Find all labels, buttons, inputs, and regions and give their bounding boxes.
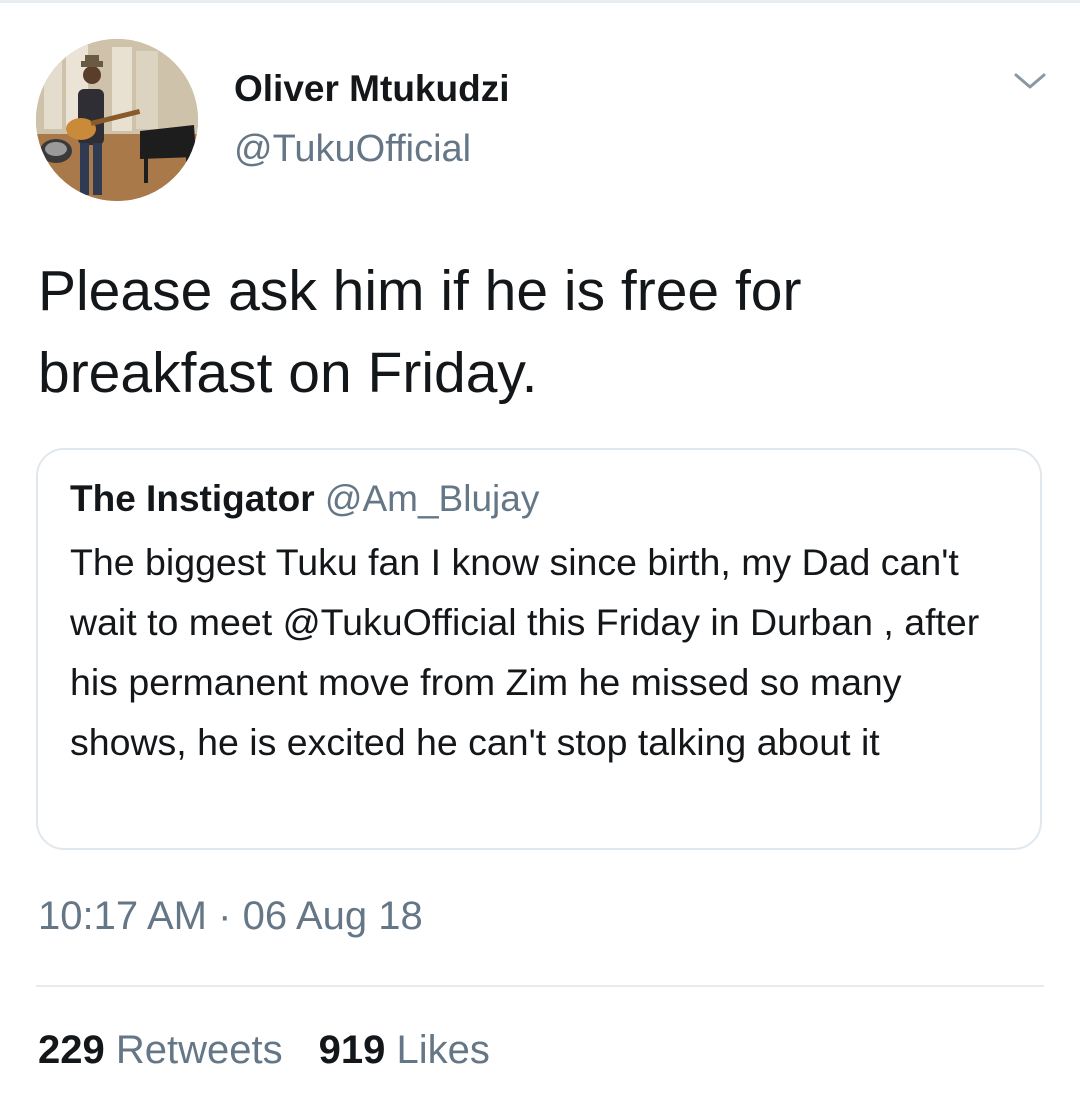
quoted-tweet-header: The Instigator @Am_Blujay: [70, 478, 539, 520]
stats-divider: [36, 985, 1044, 987]
quoted-tweet-text: The biggest Tuku fan I know since birth,…: [70, 541, 980, 763]
avatar-photo: [36, 39, 198, 201]
tweet-stats: 229 Retweets 919 Likes: [38, 1028, 490, 1073]
quoted-tweet[interactable]: The Instigator @Am_Blujay The biggest Tu…: [36, 448, 1042, 850]
tweet-time: 10:17 AM: [38, 894, 208, 938]
avatar[interactable]: [36, 39, 198, 201]
retweets-count: 229: [38, 1028, 105, 1072]
top-divider: [0, 0, 1080, 3]
retweets-stat[interactable]: 229 Retweets: [38, 1028, 283, 1072]
likes-count: 919: [318, 1028, 386, 1072]
quoted-author-handle: @Am_Blujay: [324, 478, 540, 519]
author-name[interactable]: Oliver Mtukudzi: [234, 68, 509, 110]
quoted-author-name: The Instigator: [70, 478, 315, 519]
tweet-timestamp[interactable]: 10:17 AM · 06 Aug 18: [38, 894, 423, 939]
tweet-menu-button[interactable]: [1010, 66, 1050, 96]
author-handle[interactable]: @TukuOfficial: [234, 128, 471, 171]
retweets-label: Retweets: [115, 1028, 283, 1072]
likes-label: Likes: [396, 1028, 490, 1072]
tweet-text: Please ask him if he is free for breakfa…: [38, 259, 802, 405]
likes-stat[interactable]: 919 Likes: [319, 1028, 490, 1072]
tweet-date: 06 Aug 18: [242, 894, 423, 938]
chevron-down-icon: [1014, 73, 1046, 89]
timestamp-separator: ·: [218, 894, 232, 938]
